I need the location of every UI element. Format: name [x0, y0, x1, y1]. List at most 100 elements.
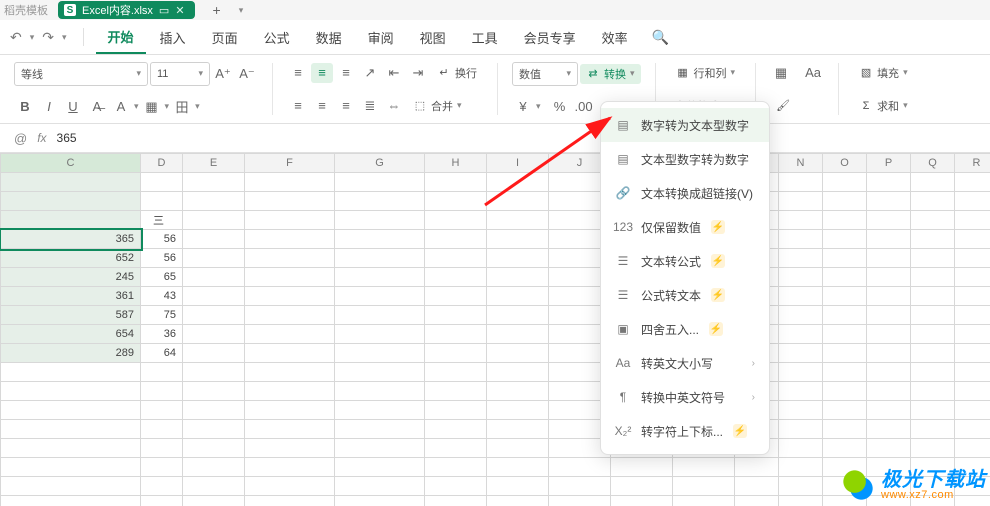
- halign-left[interactable]: ≡: [287, 96, 309, 116]
- sum-button[interactable]: Σ求和▾: [853, 96, 914, 116]
- valign-top[interactable]: ≡: [287, 63, 309, 83]
- font-select[interactable]: 等线▾: [14, 62, 148, 86]
- chevron-right-icon: ›: [752, 392, 755, 403]
- indent-inc[interactable]: ⇥: [407, 63, 429, 83]
- cell-C-r3[interactable]: 245: [1, 268, 141, 287]
- cell-C-r6[interactable]: 654: [1, 325, 141, 344]
- col-D[interactable]: D: [141, 154, 183, 173]
- strike-button[interactable]: A̶: [86, 97, 108, 117]
- cell-D-r4[interactable]: 43: [141, 287, 183, 306]
- fx-label[interactable]: fx: [37, 131, 46, 145]
- col-R[interactable]: R: [955, 154, 990, 173]
- dd-formula-to-text[interactable]: ☰公式转文本⚡: [601, 278, 769, 312]
- dd-num-to-text[interactable]: ▤数字转为文本型数字: [601, 108, 769, 142]
- cell-C-r4[interactable]: 361: [1, 287, 141, 306]
- column-header-row[interactable]: C D E F G H I J K L M N O P Q R: [1, 154, 990, 173]
- cell-style-icon[interactable]: Aa: [802, 63, 824, 83]
- convert-button[interactable]: ⇄转换▾: [580, 64, 641, 84]
- halign-justify[interactable]: ≣: [359, 96, 381, 116]
- cell-C-r7[interactable]: 289: [1, 344, 141, 363]
- font-dec-button[interactable]: A⁻: [236, 64, 258, 84]
- col-F[interactable]: F: [245, 154, 335, 173]
- indent-dec[interactable]: ⇤: [383, 63, 405, 83]
- col-G[interactable]: G: [335, 154, 425, 173]
- search-icon[interactable]: 🔍: [652, 29, 669, 46]
- cell-C-r2[interactable]: 652: [1, 249, 141, 268]
- add-tab-button[interactable]: +: [213, 2, 221, 18]
- merge-button[interactable]: ⬚合并▾: [407, 96, 468, 116]
- menu-tool[interactable]: 工具: [460, 22, 510, 53]
- underline-button[interactable]: U: [62, 97, 84, 117]
- rows-cols-button[interactable]: ▦行和列▾: [670, 63, 742, 83]
- cell-D-r7[interactable]: 64: [141, 344, 183, 363]
- col-N[interactable]: N: [779, 154, 823, 173]
- menu-review[interactable]: 审阅: [356, 22, 406, 53]
- cell-D-r5[interactable]: 75: [141, 306, 183, 325]
- col-E[interactable]: E: [183, 154, 245, 173]
- table-style-icon[interactable]: ▦: [770, 63, 792, 83]
- valign-bottom[interactable]: ≡: [335, 63, 357, 83]
- menu-formula[interactable]: 公式: [252, 22, 302, 53]
- font-color-button[interactable]: A: [110, 97, 132, 117]
- col-H[interactable]: H: [425, 154, 487, 173]
- dec-inc-button[interactable]: .00: [573, 97, 595, 117]
- vip-badge: ⚡: [711, 288, 725, 302]
- bold-button[interactable]: B: [14, 97, 36, 117]
- at-icon[interactable]: @: [14, 131, 27, 146]
- halign-center[interactable]: ≡: [311, 96, 333, 116]
- dd-subscript[interactable]: X₂²转字符上下标...⚡: [601, 414, 769, 448]
- currency-button[interactable]: ¥: [512, 97, 534, 117]
- text-formula-icon: ☰: [615, 254, 631, 268]
- col-P[interactable]: P: [867, 154, 911, 173]
- valign-mid[interactable]: ≡: [311, 63, 333, 83]
- cell-D-r1[interactable]: 56: [141, 230, 183, 249]
- add-tab-menu[interactable]: ▾: [239, 5, 244, 16]
- header-cell[interactable]: [1, 211, 141, 230]
- col-Q[interactable]: Q: [911, 154, 955, 173]
- formula-input[interactable]: 365: [57, 131, 77, 145]
- cell-D-r6[interactable]: 36: [141, 325, 183, 344]
- col-C[interactable]: C: [1, 154, 141, 173]
- dd-round[interactable]: ▣四舍五入...⚡: [601, 312, 769, 346]
- cell-C-r5[interactable]: 587: [1, 306, 141, 325]
- italic-button[interactable]: I: [38, 97, 60, 117]
- spreadsheet-grid[interactable]: C D E F G H I J K L M N O P Q R 三 36556 …: [0, 153, 990, 506]
- fill-color-button[interactable]: ▦: [141, 97, 163, 117]
- menu-insert[interactable]: 插入: [148, 22, 198, 53]
- dd-en-case[interactable]: Aa转英文大小写›: [601, 346, 769, 380]
- distributed[interactable]: ⇔: [383, 96, 405, 116]
- file-tab[interactable]: S Excel内容.xlsx ▭ ✕: [58, 1, 195, 19]
- format-painter[interactable]: 🖌: [770, 96, 824, 116]
- dd-symbol[interactable]: ¶转换中英文符号›: [601, 380, 769, 414]
- col-O[interactable]: O: [823, 154, 867, 173]
- dd-text-to-link[interactable]: 🔗文本转换成超链接(V): [601, 176, 769, 210]
- menu-eff[interactable]: 效率: [590, 22, 640, 53]
- header-cell-D[interactable]: 三: [141, 211, 183, 230]
- border-button[interactable]: 田: [171, 97, 193, 117]
- wrap-button[interactable]: ↵换行: [431, 63, 483, 83]
- dd-text-to-formula[interactable]: ☰文本转公式⚡: [601, 244, 769, 278]
- orientation[interactable]: ↗: [359, 63, 381, 83]
- number-format-select[interactable]: 数值▾: [512, 62, 578, 86]
- template-tab[interactable]: 稻壳模板: [4, 2, 48, 18]
- grid-table[interactable]: C D E F G H I J K L M N O P Q R 三 36556 …: [0, 153, 990, 506]
- menu-view[interactable]: 视图: [408, 22, 458, 53]
- menu-start[interactable]: 开始: [96, 21, 146, 54]
- menu-page[interactable]: 页面: [200, 22, 250, 53]
- cell-C-r1[interactable]: 365: [1, 230, 141, 249]
- menu-data[interactable]: 数据: [304, 22, 354, 53]
- fill-button[interactable]: ▧填充▾: [853, 63, 914, 83]
- col-I[interactable]: I: [487, 154, 549, 173]
- cell-D-r2[interactable]: 56: [141, 249, 183, 268]
- halign-right[interactable]: ≡: [335, 96, 357, 116]
- close-tab-icon[interactable]: ✕: [175, 4, 184, 17]
- percent-button[interactable]: %: [549, 97, 571, 117]
- menu-member[interactable]: 会员专享: [512, 22, 588, 53]
- undo-button[interactable]: ↶: [10, 29, 22, 46]
- font-size-select[interactable]: 11▾: [150, 62, 210, 86]
- cell-D-r3[interactable]: 65: [141, 268, 183, 287]
- dd-text-to-num[interactable]: ▤文本型数字转为数字: [601, 142, 769, 176]
- dd-keep-value[interactable]: 123仅保留数值⚡: [601, 210, 769, 244]
- font-inc-button[interactable]: A⁺: [212, 64, 234, 84]
- redo-button[interactable]: ↷: [42, 29, 54, 46]
